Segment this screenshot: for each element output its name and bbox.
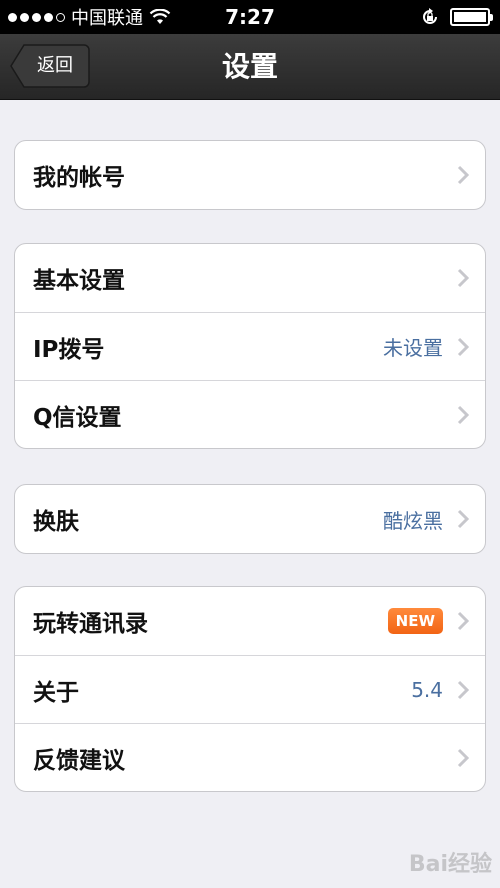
- status-bar: 中国联通 7:27: [0, 0, 500, 34]
- row-ip-dialing[interactable]: IP拨号 未设置: [15, 312, 485, 380]
- row-label: 玩转通讯录: [33, 611, 148, 637]
- row-label: 关于: [33, 679, 79, 706]
- row-label: 基本设置: [33, 268, 125, 294]
- row-label: 换肤: [33, 509, 79, 535]
- page-title: 设置: [221, 50, 278, 83]
- navigation-bar: 返回 设置: [0, 34, 500, 100]
- row-label: 反馈建议: [33, 747, 125, 774]
- row-contacts-tips[interactable]: 玩转通讯录 NEW: [15, 587, 485, 655]
- chevron-right-icon: [457, 268, 469, 288]
- row-about[interactable]: 关于 5.4: [15, 655, 485, 723]
- battery-icon: [450, 8, 493, 26]
- settings-group-skin: 换肤 酷炫黑: [14, 484, 486, 554]
- rotation-lock-icon: [423, 8, 437, 24]
- settings-group-account: 我的帐号: [14, 140, 486, 210]
- chevron-right-icon: [457, 337, 469, 356]
- settings-group-more: 玩转通讯录 NEW 关于 5.4 反馈建议: [14, 586, 486, 792]
- chevron-right-icon: [457, 165, 469, 185]
- row-basic-settings[interactable]: 基本设置: [15, 244, 485, 312]
- row-value: 酷炫黑: [383, 508, 443, 533]
- row-qxin-settings[interactable]: Q信设置: [15, 380, 485, 448]
- status-right: [420, 0, 493, 34]
- row-change-skin[interactable]: 换肤 酷炫黑: [15, 485, 485, 553]
- row-label: 我的帐号: [33, 165, 125, 191]
- row-value: 未设置: [383, 336, 443, 360]
- settings-group-basic: 基本设置 IP拨号 未设置 Q信设置: [14, 243, 486, 449]
- chevron-right-icon: [457, 680, 469, 699]
- row-value: 5.4: [411, 677, 443, 702]
- row-label: IP拨号: [33, 336, 105, 363]
- chevron-right-icon: [457, 748, 469, 767]
- row-feedback[interactable]: 反馈建议: [15, 723, 485, 791]
- chevron-right-icon: [457, 405, 469, 424]
- row-label: Q信设置: [33, 404, 122, 431]
- chevron-right-icon: [457, 611, 469, 631]
- watermark-logo: Bai经验: [408, 852, 492, 877]
- new-badge: NEW: [387, 608, 443, 634]
- row-my-account[interactable]: 我的帐号: [15, 141, 485, 209]
- chevron-right-icon: [457, 509, 469, 529]
